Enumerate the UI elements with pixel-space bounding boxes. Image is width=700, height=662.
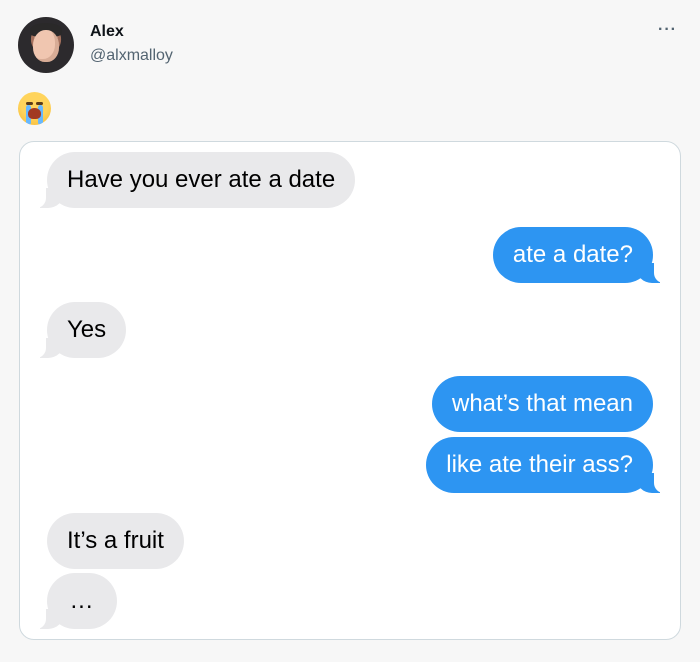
- loudly-crying-face-icon: [18, 92, 51, 125]
- author-handle[interactable]: @alxmalloy: [90, 47, 173, 65]
- message-text: Have you ever ate a date: [67, 166, 336, 193]
- message-bubble-received: Yes: [30, 302, 127, 358]
- message-text: like ate their ass?: [446, 451, 633, 478]
- message-text: ate a date?: [512, 241, 633, 268]
- message-text: what’s that mean: [452, 390, 633, 417]
- message-bubble-sent: ate a date?: [492, 227, 670, 283]
- more-options-icon[interactable]: ···: [658, 22, 677, 38]
- message-bubble-received: Have you ever ate a date: [30, 152, 356, 208]
- typing-indicator-text: ...: [70, 587, 94, 614]
- tweet-card: Alex @alxmalloy ··· Have you ever ate a …: [0, 0, 700, 662]
- author-name[interactable]: Alex: [90, 23, 124, 41]
- avatar[interactable]: [18, 17, 74, 73]
- message-text: Yes: [67, 316, 107, 343]
- message-bubble-sent: like ate their ass?: [426, 437, 669, 493]
- typing-indicator-bubble: ...: [31, 573, 117, 629]
- message-screenshot[interactable]: Have you ever ate a date ate a date? Yes…: [19, 141, 681, 640]
- message-bubble-received: It’s a fruit: [47, 513, 184, 569]
- message-bubble-sent: what’s that mean: [432, 376, 653, 432]
- avatar-face: [33, 30, 59, 62]
- emoji-mouth: [28, 108, 41, 119]
- message-text: It’s a fruit: [67, 527, 164, 554]
